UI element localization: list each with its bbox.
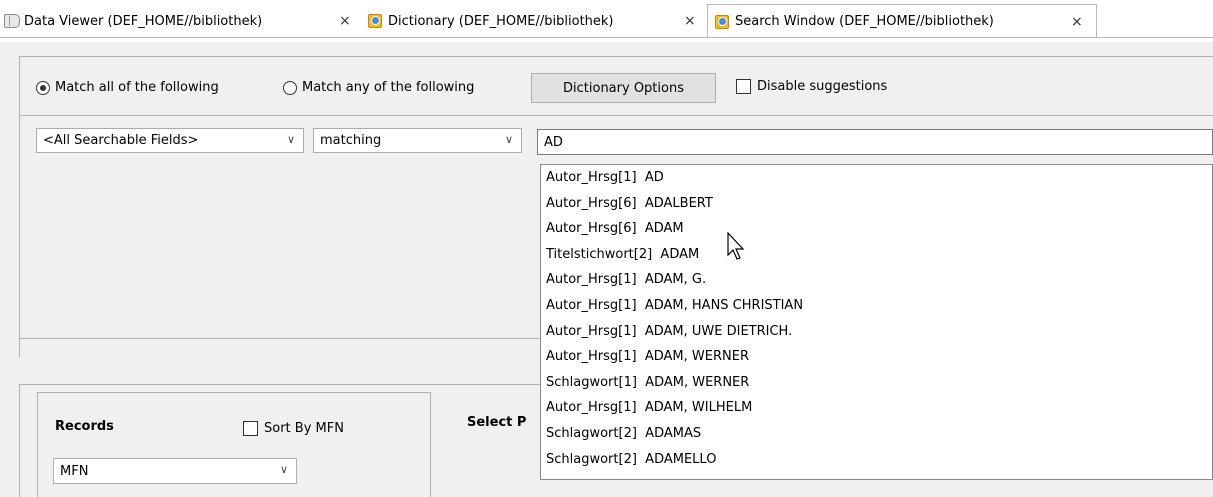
records-field-select[interactable]: MFN ∨: [53, 458, 297, 484]
search-value-text: AD: [544, 134, 563, 150]
chevron-down-icon: ∨: [279, 463, 288, 476]
operator-select[interactable]: matching ∨: [313, 128, 522, 153]
book-icon: [4, 14, 20, 28]
suggestion-item[interactable]: Schlagwort[1] ADAM, WERNER: [541, 370, 1212, 396]
suggestion-item[interactable]: Autor_Hrsg[1] ADAM, UWE DIETRICH.: [541, 319, 1212, 345]
tab-dictionary[interactable]: Dictionary (DEF_HOME//bibliothek) ×: [366, 9, 706, 33]
suggestion-item[interactable]: Autor_Hrsg[6] ADALBERT: [541, 191, 1212, 217]
tab-label: Dictionary (DEF_HOME//bibliothek): [388, 13, 614, 29]
dictionary-icon: [713, 13, 731, 31]
suggestion-item[interactable]: Autor_Hrsg[6] ADAM: [541, 216, 1212, 242]
checkbox-icon: [736, 79, 751, 94]
match-any-label: Match any of the following: [302, 80, 475, 95]
suggestion-item[interactable]: Schlagwort[2] ADAMAS: [541, 421, 1212, 447]
tab-data-viewer[interactable]: Data Viewer (DEF_HOME//bibliothek) ×: [4, 9, 362, 33]
checkbox-icon: [243, 421, 258, 436]
close-icon[interactable]: ×: [339, 13, 351, 29]
suggestion-item[interactable]: Autor_Hrsg[1] ADAM, HANS CHRISTIAN: [541, 293, 1212, 319]
suggestion-item[interactable]: Titelstichwort[2] ADAM: [541, 242, 1212, 268]
search-value-input[interactable]: AD: [537, 129, 1213, 155]
sort-by-mfn-label: Sort By MFN: [264, 421, 344, 436]
dictionary-icon: [366, 12, 384, 30]
operator-select-value: matching: [320, 133, 382, 148]
radio-icon: [283, 80, 297, 95]
suggestion-item[interactable]: Autor_Hrsg[1] ADAM, G.: [541, 267, 1212, 293]
tab-label: Search Window (DEF_HOME//bibliothek): [735, 14, 994, 29]
match-any-radio[interactable]: Match any of the following: [283, 80, 474, 95]
tab-label: Data Viewer (DEF_HOME//bibliothek): [24, 13, 263, 29]
field-select-value: <All Searchable Fields>: [43, 133, 199, 148]
records-field-value: MFN: [60, 463, 89, 479]
disable-suggestions-label: Disable suggestions: [757, 79, 888, 94]
disable-suggestions-checkbox[interactable]: Disable suggestions: [736, 79, 887, 94]
chevron-down-icon: ∨: [504, 133, 513, 146]
tab-divider: [0, 37, 1213, 38]
suggestion-item[interactable]: Autor_Hrsg[1] ADAM, WILHELM: [541, 395, 1212, 421]
records-title: Records: [55, 419, 114, 434]
close-icon[interactable]: ×: [684, 13, 696, 29]
tab-search-window[interactable]: Search Window (DEF_HOME//bibliothek) ×: [707, 4, 1097, 38]
suggestion-dropdown[interactable]: Autor_Hrsg[1] AD Autor_Hrsg[6] ADALBERT …: [540, 164, 1213, 480]
dictionary-options-button[interactable]: Dictionary Options: [531, 73, 716, 103]
chevron-down-icon: ∨: [286, 133, 295, 146]
radio-selected-icon: [36, 80, 50, 95]
suggestion-item[interactable]: Schlagwort[2] ADAMELLO: [541, 447, 1212, 473]
close-icon[interactable]: ×: [1071, 14, 1083, 30]
suggestion-item[interactable]: Autor_Hrsg[1] AD: [541, 165, 1212, 191]
match-options-row: Match all of the following Match any of …: [20, 57, 1213, 115]
tab-bar: Data Viewer (DEF_HOME//bibliothek) × Dic…: [0, 0, 1213, 42]
match-all-radio[interactable]: Match all of the following: [36, 80, 219, 95]
field-select[interactable]: <All Searchable Fields> ∨: [36, 128, 304, 153]
match-all-label: Match all of the following: [55, 80, 219, 95]
sort-by-mfn-checkbox[interactable]: Sort By MFN: [243, 421, 344, 436]
suggestion-item[interactable]: Autor_Hrsg[1] ADAM, WERNER: [541, 344, 1212, 370]
mouse-cursor-icon: [727, 232, 745, 260]
select-label: Select P: [467, 415, 527, 430]
